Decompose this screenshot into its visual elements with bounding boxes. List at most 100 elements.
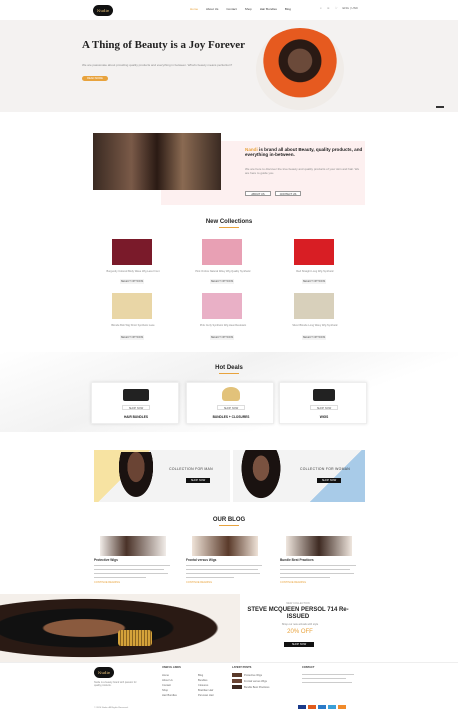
blog-image	[100, 536, 166, 556]
currency-selector[interactable]: ENG | USD	[342, 6, 357, 10]
cart-icon[interactable]: ♡	[335, 6, 338, 10]
blog-image	[286, 536, 352, 556]
header-actions: ⌕ ☺ ♡ ENG | USD	[320, 6, 358, 10]
about-image	[93, 133, 221, 190]
blog-post[interactable]: Frontal versus Wigs CONTINUE READING	[186, 536, 264, 592]
product-name: Silver Blonde Long Wavy Wig Synthetic	[292, 324, 338, 327]
select-options-button[interactable]: SELECT OPTIONS	[120, 279, 144, 284]
blog-post[interactable]: Protective Wigs CONTINUE READING	[94, 536, 172, 592]
product-card[interactable]: Blonde Bob Wig Short Synthetic Lace SELE…	[102, 290, 162, 342]
nav-contact[interactable]: Contact	[226, 7, 236, 11]
product-card[interactable]: Burgundy Colored Body Wave Wig Lace Fron…	[102, 236, 162, 284]
blog-excerpt-line	[94, 569, 164, 571]
promo-gold-bracelets	[118, 630, 152, 646]
blog-underline	[219, 525, 239, 526]
blog-excerpt-line	[186, 577, 234, 579]
post-thumb	[232, 679, 242, 684]
hero-read-more-button[interactable]: READ MORE	[82, 76, 108, 81]
blog-excerpt-line	[94, 577, 146, 579]
collection-man-banner[interactable]: COLLECTION FOR MAN SHOP NOW	[94, 450, 230, 502]
banner-shop-now-button[interactable]: SHOP NOW	[317, 478, 341, 483]
footer-contact-title: CONTACT	[302, 666, 315, 669]
about-body: We are here to discover the true beauty …	[245, 167, 360, 175]
deal-image	[123, 389, 149, 401]
nav-shop[interactable]: Shop	[245, 7, 252, 11]
deal-shop-now-button[interactable]: SHOP NOW	[310, 405, 338, 410]
visa-icon	[298, 705, 306, 709]
about-section: Nandi is brand all about Beauty, quality…	[93, 133, 365, 205]
product-card[interactable]: Red Straight Long Wig Synthetic SELECT O…	[284, 236, 344, 284]
amex-icon	[328, 705, 336, 709]
user-icon[interactable]: ☺	[327, 6, 330, 10]
nav-hair-bundles[interactable]: Hair Bundles	[260, 7, 277, 11]
deal-card-wigs[interactable]: SHOP NOW WIGS	[279, 382, 367, 424]
deal-label: WIGS	[319, 415, 329, 419]
deal-label: HAIR BUNDLES	[123, 415, 149, 419]
banner-image	[116, 452, 156, 502]
footer-link[interactable]: Peruvian Hair	[198, 693, 214, 698]
main-nav: Home About Us Contact Shop Hair Bundles …	[190, 7, 291, 11]
collection-woman-banner[interactable]: COLLECTION FOR WOMAN SHOP NOW	[233, 450, 365, 502]
blog-continue-link[interactable]: CONTINUE READING	[186, 581, 212, 584]
blog-continue-link[interactable]: CONTINUE READING	[280, 581, 306, 584]
logo[interactable]: Nudie	[93, 5, 113, 16]
nav-blog[interactable]: Blog	[285, 7, 291, 11]
hero-title: A Thing of Beauty is a Joy Forever	[82, 39, 246, 51]
deal-card-bundles-closures[interactable]: SHOP NOW BUNDLES + CLOSURES	[186, 382, 274, 424]
nav-about[interactable]: About Us	[206, 7, 218, 11]
mastercard-icon	[308, 705, 316, 709]
blog-post[interactable]: Bundle Best Practices CONTINUE READING	[280, 536, 358, 592]
product-name: Pink Ombre Natural Wavy Wig Quality Synt…	[195, 270, 251, 273]
nav-home[interactable]: Home	[190, 7, 198, 11]
promo-shop-now-button[interactable]: SHOP NOW	[284, 642, 314, 647]
banner-shop-now-button[interactable]: SHOP NOW	[186, 478, 210, 483]
contact-us-button[interactable]: CONTACT US	[275, 191, 301, 196]
select-options-button[interactable]: SELECT OPTIONS	[210, 335, 234, 340]
footer-latest-list: Protective Wigs Frontal versus Wigs Bund…	[232, 673, 269, 691]
footer-useful-title: USEFUL LINKS	[162, 666, 181, 669]
footer-about: Nudie is a beauty brand with passion for…	[94, 681, 137, 688]
select-options-button[interactable]: SELECT OPTIONS	[210, 279, 234, 284]
deal-card-hair-bundles[interactable]: SHOP NOW HAIR BUNDLES	[91, 382, 179, 424]
deal-image	[222, 387, 240, 401]
post-thumb	[232, 673, 242, 678]
footer-links-col-a: Home About Us Contact Shop Hair Bundles	[162, 673, 177, 698]
product-card[interactable]: Pink Ombre Natural Wavy Wig Quality Synt…	[192, 236, 252, 284]
product-card[interactable]: Pink Curly Synthetic Wig Heat Resistant …	[192, 290, 252, 342]
footer-link[interactable]: Hair Bundles	[162, 693, 177, 698]
select-options-button[interactable]: SELECT OPTIONS	[302, 279, 326, 284]
footer-post-link[interactable]: Bundle Best Practices	[232, 685, 269, 691]
product-image	[294, 290, 334, 322]
product-name: Red Straight Long Wig Synthetic	[296, 270, 334, 273]
hero-image	[256, 28, 344, 110]
footer-links-col-b: Blog Bundles Closures Brazilian Hair Per…	[198, 673, 214, 698]
blog-post-title: Bundle Best Practices	[280, 558, 314, 562]
slider-dots[interactable]	[436, 106, 444, 108]
about-us-button[interactable]: ABOUT US	[245, 191, 271, 196]
product-image	[112, 290, 152, 322]
product-name: Burgundy Colored Body Wave Wig Lace Fron…	[106, 270, 160, 273]
contact-line	[302, 682, 352, 684]
blog-title: OUR BLOG	[212, 517, 246, 523]
product-image	[202, 290, 242, 322]
deal-shop-now-button[interactable]: SHOP NOW	[217, 405, 245, 410]
product-image	[112, 236, 152, 268]
collections-underline	[219, 227, 239, 228]
select-options-button[interactable]: SELECT OPTIONS	[120, 335, 144, 340]
product-card[interactable]: Silver Blonde Long Wavy Wig Synthetic SE…	[284, 290, 344, 342]
banner-title: COLLECTION FOR MAN	[169, 467, 213, 471]
blog-excerpt-line	[186, 573, 260, 575]
blog-post-title: Frontal versus Wigs	[186, 558, 217, 562]
deal-image	[313, 389, 335, 401]
paypal-icon	[318, 705, 326, 709]
blog-continue-link[interactable]: CONTINUE READING	[94, 581, 120, 584]
select-options-button[interactable]: SELECT OPTIONS	[302, 335, 326, 340]
hot-deals-section: Hot Deals SHOP NOW HAIR BUNDLES SHOP NOW…	[0, 352, 458, 432]
footer-logo[interactable]: Nudie	[94, 667, 114, 678]
search-icon[interactable]: ⌕	[320, 6, 322, 10]
deal-shop-now-button[interactable]: SHOP NOW	[122, 405, 150, 410]
hero-text: We are passionate about providing qualit…	[82, 63, 233, 67]
copyright: © 2020 Nudie. All Rights Reserved.	[94, 707, 129, 709]
product-name: Pink Curly Synthetic Wig Heat Resistant	[199, 324, 247, 327]
blog-image	[192, 536, 258, 556]
